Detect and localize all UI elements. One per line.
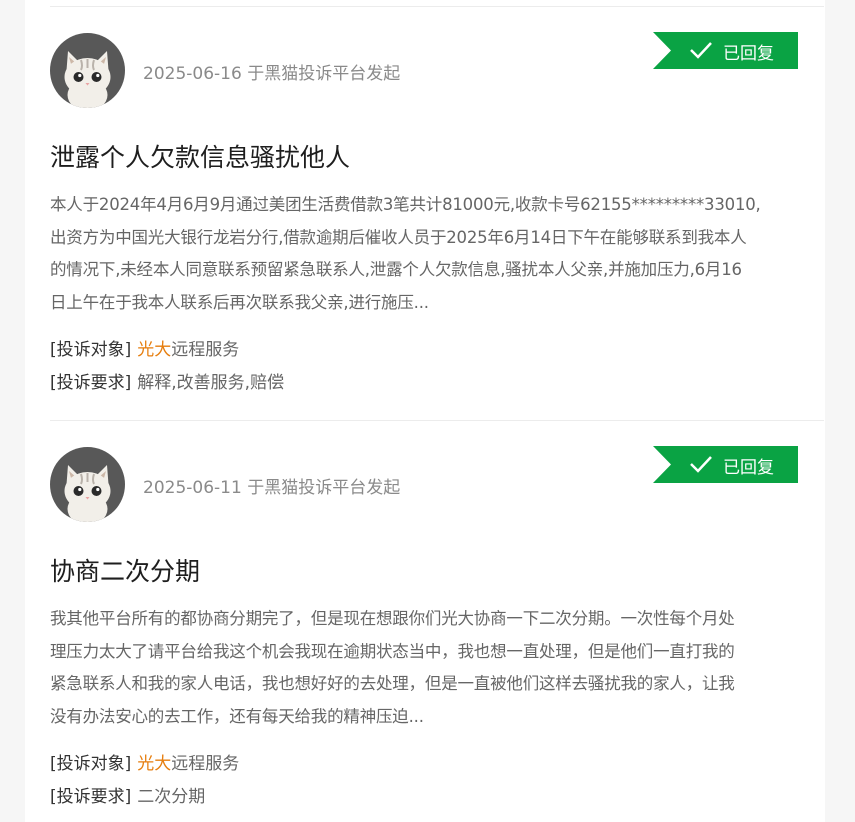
complaint-body: 我其他平台所有的都协商分期完了，但是现在想跟你们光大协商一下二次分期。一次性每个… — [50, 603, 802, 733]
request-value: 二次分期 — [137, 787, 206, 807]
complaint-source: 于黑猫投诉平台发起 — [247, 64, 401, 84]
body-line: 出资方为中国光大银行龙岩分行,借款逾期后催收人员于2025年6月14日下午在能够… — [50, 227, 747, 247]
body-line: 紧急联系人和我的家人电话，我也想好好的去处理，但是一直被他们这样去骚扰我的家人，… — [50, 674, 735, 693]
target-rest[interactable]: 远程服务 — [171, 340, 239, 360]
divider — [50, 6, 824, 7]
complaint-meta: 2025-06-16 于黑猫投诉平台发起 — [143, 59, 400, 84]
request-label: [投诉要求] — [50, 787, 132, 807]
target-highlight[interactable]: 光大 — [137, 754, 171, 774]
cat-avatar-icon — [50, 33, 125, 108]
body-line: 日上午在于我本人联系后再次联系我父亲,进行施压... — [50, 292, 429, 312]
body-line: 的情况下,未经本人同意联系预留紧急联系人,泄露个人欠款信息,骚扰本人父亲,并施加… — [50, 260, 742, 279]
body-line: 我其他平台所有的都协商分期完了，但是现在想跟你们光大协商一下二次分期。一次性每个… — [50, 609, 735, 628]
target-label: [投诉对象] — [50, 340, 132, 360]
replied-status-badge: 已回复 — [653, 32, 798, 69]
status-label: 已回复 — [723, 458, 774, 478]
complaint-title[interactable]: 泄露个人欠款信息骚扰他人 — [50, 138, 350, 174]
body-line: 没有办法安心的去工作，还有每天给我的精神压迫... — [50, 706, 424, 726]
replied-status-badge: 已回复 — [653, 446, 798, 483]
target-label: [投诉对象] — [50, 754, 132, 774]
complaint-target-row: [投诉对象] 光大远程服务 — [50, 749, 239, 774]
complaint-title[interactable]: 协商二次分期 — [50, 552, 200, 588]
complaint-source: 于黑猫投诉平台发起 — [247, 478, 401, 498]
body-line: 本人于2024年4月6月9月通过美团生活费借款3笔共计81000元,收款卡号62… — [50, 195, 761, 214]
target-highlight[interactable]: 光大 — [137, 340, 171, 360]
complaint-body: 本人于2024年4月6月9月通过美团生活费借款3笔共计81000元,收款卡号62… — [50, 189, 802, 319]
complaint-date: 2025-06-16 — [143, 64, 242, 84]
divider — [50, 420, 824, 421]
target-rest[interactable]: 远程服务 — [171, 754, 239, 774]
body-line: 理压力太大了请平台给我这个机会我现在逾期状态当中，我也想一直处理，但是他们一直打… — [50, 641, 735, 661]
cat-avatar-icon — [50, 447, 125, 522]
request-value: 解释,改善服务,赔偿 — [137, 373, 285, 393]
status-label: 已回复 — [723, 44, 774, 64]
complaint-target-row: [投诉对象] 光大远程服务 — [50, 335, 239, 360]
complaint-request-row: [投诉要求] 解释,改善服务,赔偿 — [50, 368, 284, 393]
complaint-list: 2025-06-16 于黑猫投诉平台发起 已回复 泄露个人欠款信息骚扰他人 本人… — [25, 0, 825, 822]
complaint-request-row: [投诉要求] 二次分期 — [50, 782, 205, 807]
complaint-date: 2025-06-11 — [143, 478, 242, 498]
request-label: [投诉要求] — [50, 373, 132, 393]
complaint-meta: 2025-06-11 于黑猫投诉平台发起 — [143, 473, 400, 498]
